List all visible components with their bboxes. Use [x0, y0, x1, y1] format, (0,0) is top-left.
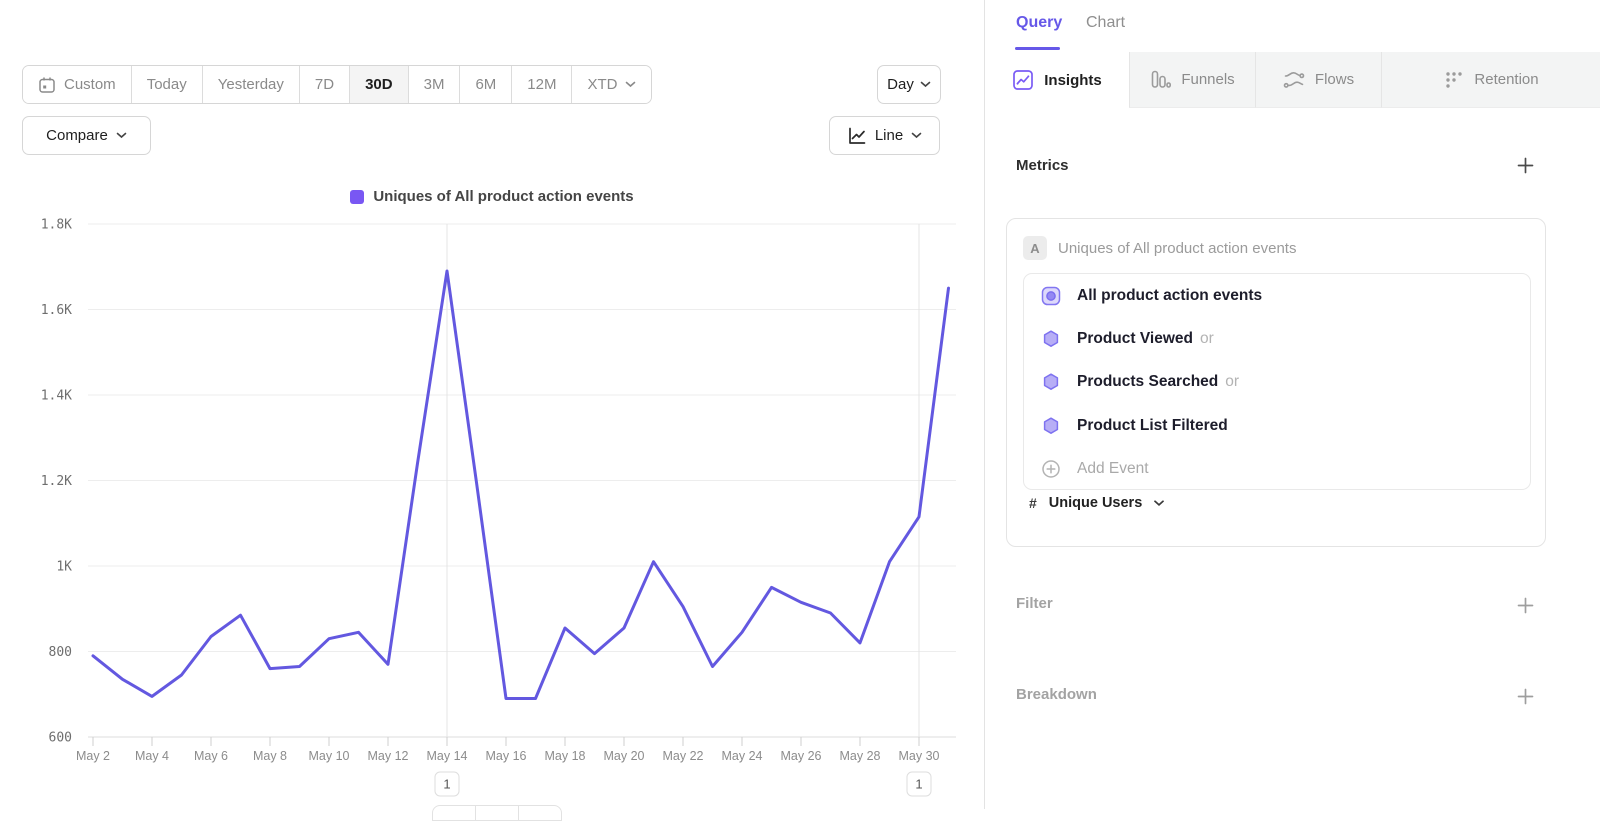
annotation-count: 1 — [915, 777, 922, 792]
chevron-down-icon — [625, 81, 636, 88]
aggregation-selector[interactable]: # Unique Users — [1029, 495, 1164, 511]
tab-funnels[interactable]: Funnels — [1129, 52, 1255, 108]
tab-insights[interactable]: Insights — [985, 52, 1129, 108]
x-axis-tick-label: May 16 — [486, 749, 527, 763]
line-chart[interactable]: 600 800 1K 1.2K 1.4K 1.6K 1.8K May 2 May 4 May 6 M… — [0, 210, 984, 809]
y-axis-tick-label: 800 — [49, 645, 72, 660]
circle-plus-icon — [1041, 459, 1061, 479]
y-axis-tick-label: 1.8K — [41, 218, 72, 233]
x-axis-tick-label: May 26 — [781, 749, 822, 763]
x-axis-tick-label: May 8 — [253, 749, 287, 763]
y-axis-tick-label: 600 — [49, 731, 72, 746]
legend-swatch — [350, 190, 364, 204]
flows-icon — [1283, 69, 1305, 91]
add-event-button[interactable]: Add Event — [1024, 448, 1530, 490]
chart-legend: Uniques of All product action events — [0, 188, 984, 205]
date-range-custom[interactable]: Custom — [23, 66, 131, 103]
filter-title: Filter — [1016, 595, 1053, 612]
date-range-label: Custom — [64, 76, 116, 93]
x-axis-tick-label: May 10 — [309, 749, 350, 763]
insights-icon — [1012, 69, 1034, 91]
line-chart-svg: 600 800 1K 1.2K 1.4K 1.6K 1.8K May 2 May 4 May 6 M… — [0, 210, 984, 809]
retention-icon — [1444, 70, 1464, 90]
series-line[interactable] — [93, 271, 949, 699]
chart-type-button[interactable]: Line — [829, 116, 940, 155]
event-row-product-viewed[interactable]: Product Viewed or — [1024, 317, 1530, 360]
y-axis-tick-label: 1.2K — [41, 474, 72, 489]
event-row-products-searched[interactable]: Products Searched or — [1024, 361, 1530, 404]
x-axis-tick-label: May 22 — [663, 749, 704, 763]
annotation-count: 1 — [443, 777, 450, 792]
series-label: Uniques of All product action events — [1058, 240, 1296, 257]
metrics-title: Metrics — [1016, 157, 1069, 174]
calendar-icon — [38, 76, 56, 94]
funnels-icon — [1150, 69, 1171, 90]
events-group: All product action events Product Viewed… — [1023, 273, 1531, 490]
x-axis-tick-label: May 4 — [135, 749, 169, 763]
event-row-product-list-filtered[interactable]: Product List Filtered — [1024, 404, 1530, 447]
tab-flows[interactable]: Flows — [1255, 52, 1381, 108]
granularity-button[interactable]: Day — [877, 65, 941, 104]
add-metric-button[interactable] — [1516, 156, 1534, 174]
tab-query[interactable]: Query — [1016, 14, 1062, 32]
chevron-down-icon — [920, 81, 931, 88]
x-axis-tick-label: May 6 — [194, 749, 228, 763]
event-row-all-product-action-events[interactable]: All product action events — [1024, 274, 1530, 317]
breakdown-title: Breakdown — [1016, 686, 1097, 703]
event-group-icon — [1041, 286, 1061, 306]
x-axis-tick-label: May 24 — [722, 749, 763, 763]
date-range-7d[interactable]: 7D — [299, 66, 349, 103]
chevron-down-icon — [1154, 500, 1164, 507]
add-breakdown-button[interactable] — [1516, 687, 1534, 705]
chevron-down-icon — [911, 132, 922, 139]
x-axis-tick-label: May 14 — [427, 749, 468, 763]
x-axis-tick-label: May 20 — [604, 749, 645, 763]
date-range-control: Custom Today Yesterday 7D 30D 3M 6M 12M … — [22, 65, 652, 104]
report-type-tabbar: Insights Funnels Flows — [985, 52, 1600, 108]
add-filter-button[interactable] — [1516, 596, 1534, 614]
event-hexagon-icon — [1041, 416, 1061, 436]
date-range-yesterday[interactable]: Yesterday — [202, 66, 299, 103]
tab-retention[interactable]: Retention — [1381, 52, 1600, 108]
date-range-xtd[interactable]: XTD — [571, 66, 651, 103]
metric-card: A Uniques of All product action events A… — [1006, 218, 1546, 547]
query-panel: Query Chart Insights Fu — [984, 0, 1600, 809]
x-axis-tick-label: May 12 — [368, 749, 409, 763]
x-axis-tick-label: May 18 — [545, 749, 586, 763]
event-hexagon-icon — [1041, 329, 1061, 349]
hash-icon: # — [1029, 495, 1037, 511]
event-hexagon-icon — [1041, 372, 1061, 392]
x-axis-tick-label: May 2 — [76, 749, 110, 763]
date-range-today[interactable]: Today — [131, 66, 202, 103]
y-axis-tick-label: 1.6K — [41, 303, 72, 318]
x-axis-tick-label: May 28 — [840, 749, 881, 763]
compare-button[interactable]: Compare — [22, 116, 151, 155]
tab-chart[interactable]: Chart — [1086, 14, 1125, 32]
chart-footer-control[interactable] — [432, 805, 562, 821]
legend-label: Uniques of All product action events — [373, 188, 633, 205]
series-letter-badge: A — [1023, 236, 1047, 260]
x-axis-tick-label: May 30 — [899, 749, 940, 763]
date-range-30d[interactable]: 30D — [349, 66, 408, 103]
line-chart-icon — [847, 126, 867, 146]
y-axis-tick-label: 1K — [56, 560, 72, 575]
date-range-12m[interactable]: 12M — [511, 66, 571, 103]
y-axis-tick-label: 1.4K — [41, 389, 72, 404]
date-range-6m[interactable]: 6M — [459, 66, 511, 103]
chart-panel: Custom Today Yesterday 7D 30D 3M 6M 12M … — [0, 0, 984, 809]
chevron-down-icon — [116, 132, 127, 139]
metric-series-row[interactable]: A Uniques of All product action events — [1023, 236, 1296, 260]
active-tab-underline — [1015, 47, 1060, 50]
date-range-3m[interactable]: 3M — [408, 66, 460, 103]
